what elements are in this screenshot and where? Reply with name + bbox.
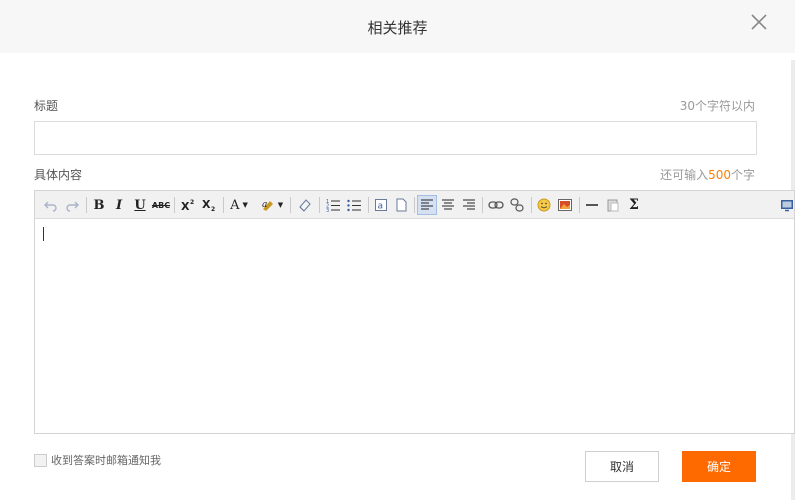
dialog-title: 相关推荐: [367, 19, 428, 37]
bold-button[interactable]: B: [89, 195, 109, 215]
svg-text:a: a: [378, 202, 384, 212]
font-color-button[interactable]: A ▼: [227, 195, 251, 215]
title-length-hint: 30个字符以内: [679, 99, 755, 113]
link-icon: [488, 201, 504, 209]
clear-format-button[interactable]: [295, 195, 315, 215]
redo-icon: [66, 201, 79, 212]
svg-text:X: X: [202, 198, 211, 211]
horizontal-rule-icon: [586, 204, 598, 206]
ordered-list-button[interactable]: 123: [323, 195, 343, 215]
email-notify-checkbox[interactable]: [34, 453, 47, 467]
align-center-icon: [442, 199, 454, 210]
rich-text-editor: B I U ABC X2 X2 A ▼ a ▼ 1 2 3 a Σ: [34, 190, 795, 434]
emoji-button[interactable]: [534, 195, 554, 215]
highlight-color-button[interactable]: a ▼: [259, 195, 285, 215]
subscript-button[interactable]: X2: [199, 195, 219, 215]
close-icon: [751, 14, 767, 30]
font-color-icon: A: [230, 197, 240, 213]
close-button[interactable]: [748, 11, 770, 33]
horizontal-rule-button[interactable]: [582, 195, 602, 215]
image-icon: [558, 199, 572, 211]
dialog-header: 相关推荐: [0, 0, 795, 53]
undo-icon: [44, 201, 57, 212]
align-right-button[interactable]: [459, 195, 479, 215]
paste-icon: [607, 199, 619, 212]
editor-toolbar: B I U ABC X2 X2 A ▼ a ▼ 1 2 3 a Σ: [35, 191, 794, 219]
align-right-icon: [463, 199, 475, 210]
undo-button[interactable]: [41, 195, 61, 215]
cancel-button[interactable]: 取消: [585, 451, 659, 482]
svg-text:a: a: [262, 200, 267, 210]
page-break-button[interactable]: [391, 195, 411, 215]
unlink-icon: [510, 198, 524, 212]
eraser-icon: [299, 199, 311, 212]
hint-suffix: 个字: [730, 168, 755, 182]
toolbar-separator: [319, 197, 320, 213]
svg-text:2: 2: [211, 206, 215, 212]
title-label: 标题: [34, 99, 59, 113]
toolbar-separator: [174, 197, 175, 213]
insert-code-icon: a: [375, 199, 387, 212]
toolbar-separator: [86, 197, 87, 213]
align-left-button[interactable]: [417, 195, 437, 215]
svg-text:3: 3: [326, 208, 329, 212]
svg-text:2: 2: [190, 199, 194, 206]
align-center-button[interactable]: [438, 195, 458, 215]
chevron-down-icon: ▼: [242, 201, 248, 209]
superscript-button[interactable]: X2: [178, 195, 198, 215]
subscript-icon: X2: [202, 198, 215, 212]
highlight-icon: a: [262, 200, 273, 211]
emoji-icon: [537, 198, 551, 212]
link-button[interactable]: [486, 195, 506, 215]
align-left-icon: [421, 199, 433, 210]
content-label: 具体内容: [34, 168, 83, 182]
underline-button[interactable]: U: [130, 195, 150, 215]
email-notify-option[interactable]: 收到答案时邮箱通知我: [34, 452, 161, 468]
title-input[interactable]: [34, 121, 757, 155]
italic-button[interactable]: I: [109, 195, 129, 215]
toolbar-separator: [223, 197, 224, 213]
editor-content-area[interactable]: [35, 220, 794, 433]
strikethrough-button[interactable]: ABC: [151, 195, 171, 215]
ordered-list-icon: 123: [326, 199, 340, 212]
toolbar-separator: [414, 197, 415, 213]
unordered-list-button[interactable]: [344, 195, 364, 215]
confirm-button[interactable]: 确定: [682, 451, 756, 482]
fullscreen-icon: [781, 200, 793, 212]
remaining-count: 500: [708, 168, 731, 182]
svg-text:X: X: [181, 200, 190, 212]
toolbar-separator: [482, 197, 483, 213]
unlink-button[interactable]: [507, 195, 527, 215]
content-remaining-hint: 还可输入500个字: [660, 166, 755, 183]
hint-prefix: 还可输入: [660, 168, 709, 182]
recommend-dialog: 相关推荐 标题 30个字符以内 具体内容 还可输入500个字 B I U ABC…: [0, 0, 795, 500]
toolbar-separator: [579, 197, 580, 213]
toolbar-separator: [531, 197, 532, 213]
superscript-icon: X2: [181, 199, 194, 212]
image-button[interactable]: [555, 195, 575, 215]
toolbar-separator: [290, 197, 291, 213]
redo-button[interactable]: [62, 195, 82, 215]
fullscreen-button[interactable]: [777, 195, 795, 215]
toolbar-separator: [368, 197, 369, 213]
chevron-down-icon: ▼: [277, 201, 284, 209]
page-icon: [396, 198, 407, 212]
formula-button[interactable]: Σ: [624, 195, 644, 215]
paste-button[interactable]: [603, 195, 623, 215]
formula-icon: Σ: [629, 197, 639, 213]
insert-code-button[interactable]: a: [371, 195, 391, 215]
unordered-list-icon: [347, 199, 361, 212]
email-notify-label: 收到答案时邮箱通知我: [51, 454, 161, 467]
